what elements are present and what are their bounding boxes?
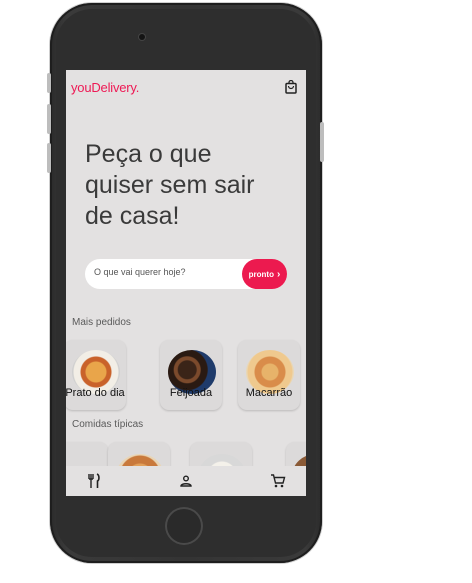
chevron-right-icon: › <box>276 268 281 280</box>
shopping-bag-icon[interactable] <box>284 80 298 94</box>
section-title-typical: Comidas típicas <box>72 419 144 430</box>
food-card-label: Prato do dia <box>66 387 125 399</box>
phone-volume-down-button <box>47 104 51 134</box>
search-submit-button[interactable]: pronto › <box>242 259 287 289</box>
app-screen: youDelivery. Peça o que quiser sem sair … <box>66 70 306 496</box>
restaurant-icon[interactable] <box>86 473 102 489</box>
section-title-popular: Mais pedidos <box>72 317 131 328</box>
app-logo[interactable]: youDelivery. <box>71 80 139 95</box>
food-card-feijoada[interactable]: Feijoada <box>160 340 222 410</box>
bottom-navigation <box>66 466 306 496</box>
food-card-prato-do-dia[interactable]: Prato do dia <box>66 340 126 410</box>
search-bar: pronto › <box>85 259 287 289</box>
hero-headline: Peça o que quiser sem sair de casa! <box>85 140 255 230</box>
front-camera <box>139 34 145 40</box>
phone-volume-button <box>47 143 51 173</box>
search-input[interactable] <box>94 267 234 277</box>
food-card-macarrao[interactable]: Macarrão <box>238 340 300 410</box>
food-card-label: Feijoada <box>169 387 213 399</box>
phone-home-button[interactable] <box>165 507 203 545</box>
food-card-label: Macarrão <box>245 387 293 399</box>
person-icon[interactable] <box>178 473 194 489</box>
phone-volume-up-button <box>47 73 51 93</box>
top-bar: youDelivery. <box>66 70 306 104</box>
cart-icon[interactable] <box>270 473 286 489</box>
phone-power-button <box>320 122 324 162</box>
search-submit-label: pronto <box>248 269 274 279</box>
